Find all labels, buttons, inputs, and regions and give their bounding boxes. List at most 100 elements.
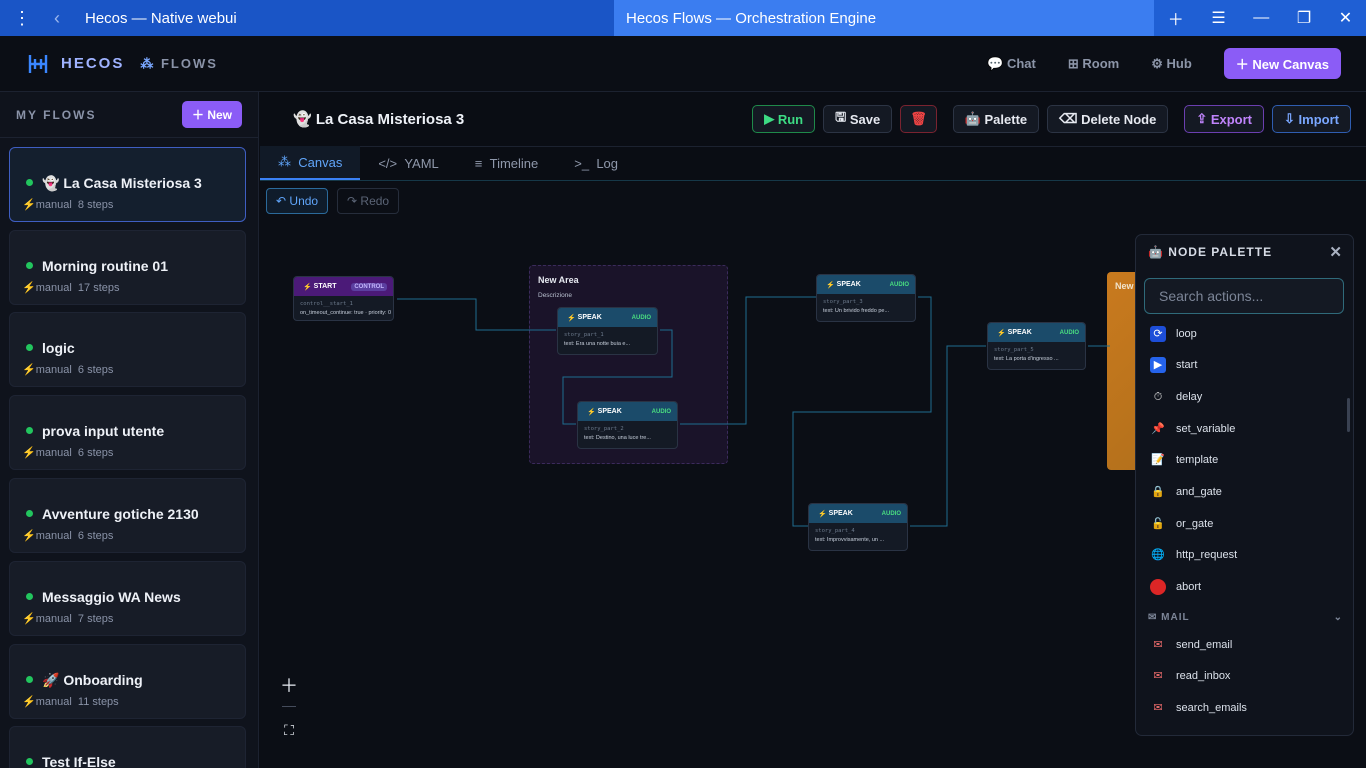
terminal-icon: >_ (574, 155, 590, 171)
status-dot (26, 676, 33, 683)
node-id: story_part_1 (564, 332, 604, 338)
trash-icon: 🗑 (910, 111, 927, 126)
flow-card[interactable]: Messaggio WA News ⚡manual 7 steps (9, 561, 246, 636)
node-params: text: Un brivido freddo pe... (823, 308, 890, 314)
flow-meta: ⚡manual 7 steps (22, 613, 114, 625)
back-icon[interactable]: ‹ (44, 8, 70, 29)
save-button[interactable]: 🖫 Save (823, 105, 893, 133)
minimize-icon[interactable]: — (1253, 9, 1269, 27)
search-input[interactable]: Search actions... (1144, 278, 1344, 314)
browser-tab[interactable]: Hecos Flows — Orchestration Engine (614, 0, 1154, 36)
tab-yaml[interactable]: </> YAML (360, 146, 456, 180)
bolt-icon: ⚡ (303, 283, 312, 291)
envelope-icon: ✉ (1153, 702, 1163, 714)
new-canvas-button[interactable]: ＋ New Canvas (1223, 48, 1341, 79)
palette-item[interactable]: ✉ search_emails (1150, 700, 1247, 716)
node-speak[interactable]: ⚡ SPEAK AUDIO story_part_5 text: La porta… (987, 322, 1086, 370)
tab-canvas[interactable]: ⁂ Canvas (260, 146, 361, 180)
flow-card[interactable]: Test If-Else (9, 726, 246, 768)
status-dot (26, 510, 33, 517)
canvas-title: 👻 La Casa Misteriosa 3 (293, 111, 465, 128)
restore-icon[interactable]: ❐ (1297, 8, 1311, 28)
unlock-icon: 🔓 (1151, 518, 1165, 530)
flow-name: Messaggio WA News (42, 589, 181, 605)
node-params: text: Improvvisamente, un ... (815, 537, 885, 543)
nodes-icon: ⁂ (278, 154, 291, 169)
node-start[interactable]: ⚡ START CONTROL control__start_1 on_timeo… (293, 276, 394, 321)
palette-item[interactable]: ⏱ delay (1150, 389, 1203, 405)
run-button[interactable]: ▶ Run (752, 105, 816, 133)
flow-card[interactable]: 🚀 Onboarding ⚡manual 11 steps (9, 644, 246, 719)
palette-item[interactable]: abort (1150, 579, 1201, 595)
node-header: ⚡ SPEAK AUDIO (578, 402, 677, 421)
nav-room[interactable]: ⊞ Room (1068, 56, 1119, 72)
close-icon[interactable]: ✕ (1329, 243, 1343, 261)
palette-item[interactable]: ✉ send_email (1150, 637, 1232, 653)
status-dot (26, 593, 33, 600)
hamburger-icon[interactable]: ☰ (1211, 8, 1225, 28)
new-flow-button[interactable]: ＋ New (181, 101, 242, 128)
palette-button[interactable]: 🤖 Palette (952, 105, 1040, 133)
zoom-out-icon[interactable]: — (278, 697, 300, 722)
flow-name: Test If-Else (42, 754, 116, 768)
brand-name[interactable]: HECOS (61, 55, 124, 72)
nav-hub[interactable]: ⚙ Hub (1151, 56, 1192, 72)
list-icon: ≡ (474, 155, 483, 171)
status-dot (26, 179, 33, 186)
memo-icon: 📝 (1151, 454, 1165, 466)
tab-log[interactable]: >_ Log (556, 146, 636, 180)
node-palette: 🤖 NODE PALETTE ✕ Search actions... ⟳ loop … (1135, 234, 1354, 736)
flow-card[interactable]: logic ⚡manual 6 steps (9, 312, 246, 387)
bolt-icon: ⚡ (818, 510, 827, 518)
flows-sidebar: MY FLOWS ＋ New 👻 La Casa Misteriosa 3 ⚡m… (0, 92, 259, 768)
menu-kebab-icon[interactable]: ⋮ (0, 8, 44, 29)
envelope-icon: ✉ (1153, 670, 1163, 682)
flow-card[interactable]: prova input utente ⚡manual 6 steps (9, 395, 246, 470)
flow-name: 🚀 Onboarding (42, 672, 143, 688)
loop-icon: ⟳ (1150, 326, 1166, 342)
flow-meta: ⚡manual 6 steps (22, 364, 114, 376)
palette-item[interactable]: ▶ start (1150, 357, 1197, 373)
palette-section-mail[interactable]: ✉ MAIL ⌄ (1148, 612, 1343, 623)
add-tab-icon[interactable]: ＋ (1168, 6, 1184, 30)
node-speak[interactable]: ⚡ SPEAK AUDIO story_part_4 text: Improvvi… (808, 503, 908, 551)
export-button[interactable]: ⇪ Export (1184, 105, 1265, 133)
flows-icon: ⁂ (140, 55, 156, 71)
palette-item[interactable]: 🌐 http_request (1150, 547, 1237, 563)
fit-view-icon[interactable]: ⛶ (278, 722, 300, 747)
nav-chat[interactable]: 💬 Chat (987, 56, 1036, 72)
close-icon[interactable]: ✕ (1339, 8, 1352, 28)
delete-flow-button[interactable]: 🗑 (900, 105, 937, 133)
node-speak[interactable]: ⚡ SPEAK AUDIO story_part_1 text: Era una … (557, 307, 658, 355)
globe-icon: 🌐 (1151, 549, 1165, 561)
delete-node-button[interactable]: ⌫ Delete Node (1047, 105, 1169, 133)
palette-item[interactable]: 📝 template (1150, 452, 1218, 468)
room-icon: ⊞ (1067, 55, 1079, 71)
pin-icon: 📌 (1151, 423, 1165, 435)
sidebar-title: MY FLOWS (16, 107, 97, 122)
node-speak[interactable]: ⚡ SPEAK AUDIO story_part_2 text: Destino,… (577, 401, 678, 449)
eraser-icon: ⌫ (1059, 111, 1078, 126)
flow-card[interactable]: 👻 La Casa Misteriosa 3 ⚡manual 8 steps (9, 147, 246, 222)
import-button[interactable]: ⇩ Import (1272, 105, 1351, 133)
flow-meta: ⚡manual 6 steps (22, 530, 114, 542)
mail-icon: ✉ (1148, 612, 1158, 623)
export-icon: ⇪ (1196, 111, 1208, 126)
node-id: story_part_4 (815, 528, 855, 534)
status-dot (26, 427, 33, 434)
node-params: text: Destino, una luce tre... (584, 435, 651, 441)
palette-item[interactable]: ✉ read_inbox (1150, 668, 1230, 684)
zoom-in-icon[interactable]: ＋ (278, 672, 300, 697)
palette-item[interactable]: ⟳ loop (1150, 326, 1197, 342)
flow-card[interactable]: Morning routine 01 ⚡manual 17 steps (9, 230, 246, 305)
palette-item[interactable]: 🔓 or_gate (1150, 516, 1213, 532)
palette-item[interactable]: 📌 set_variable (1150, 421, 1235, 437)
flow-meta: ⚡manual 17 steps (22, 282, 120, 294)
palette-item[interactable]: 🔒 and_gate (1150, 484, 1222, 500)
palette-scrollbar[interactable] (1347, 398, 1350, 432)
tab-timeline[interactable]: ≡ Timeline (457, 146, 556, 180)
flow-name: prova input utente (42, 423, 165, 439)
bolt-icon: ⚡ (997, 329, 1006, 337)
flow-card[interactable]: Avventure gotiche 2130 ⚡manual 6 steps (9, 478, 246, 553)
node-speak[interactable]: ⚡ SPEAK AUDIO story_part_3 text: Un brivi… (816, 274, 916, 322)
